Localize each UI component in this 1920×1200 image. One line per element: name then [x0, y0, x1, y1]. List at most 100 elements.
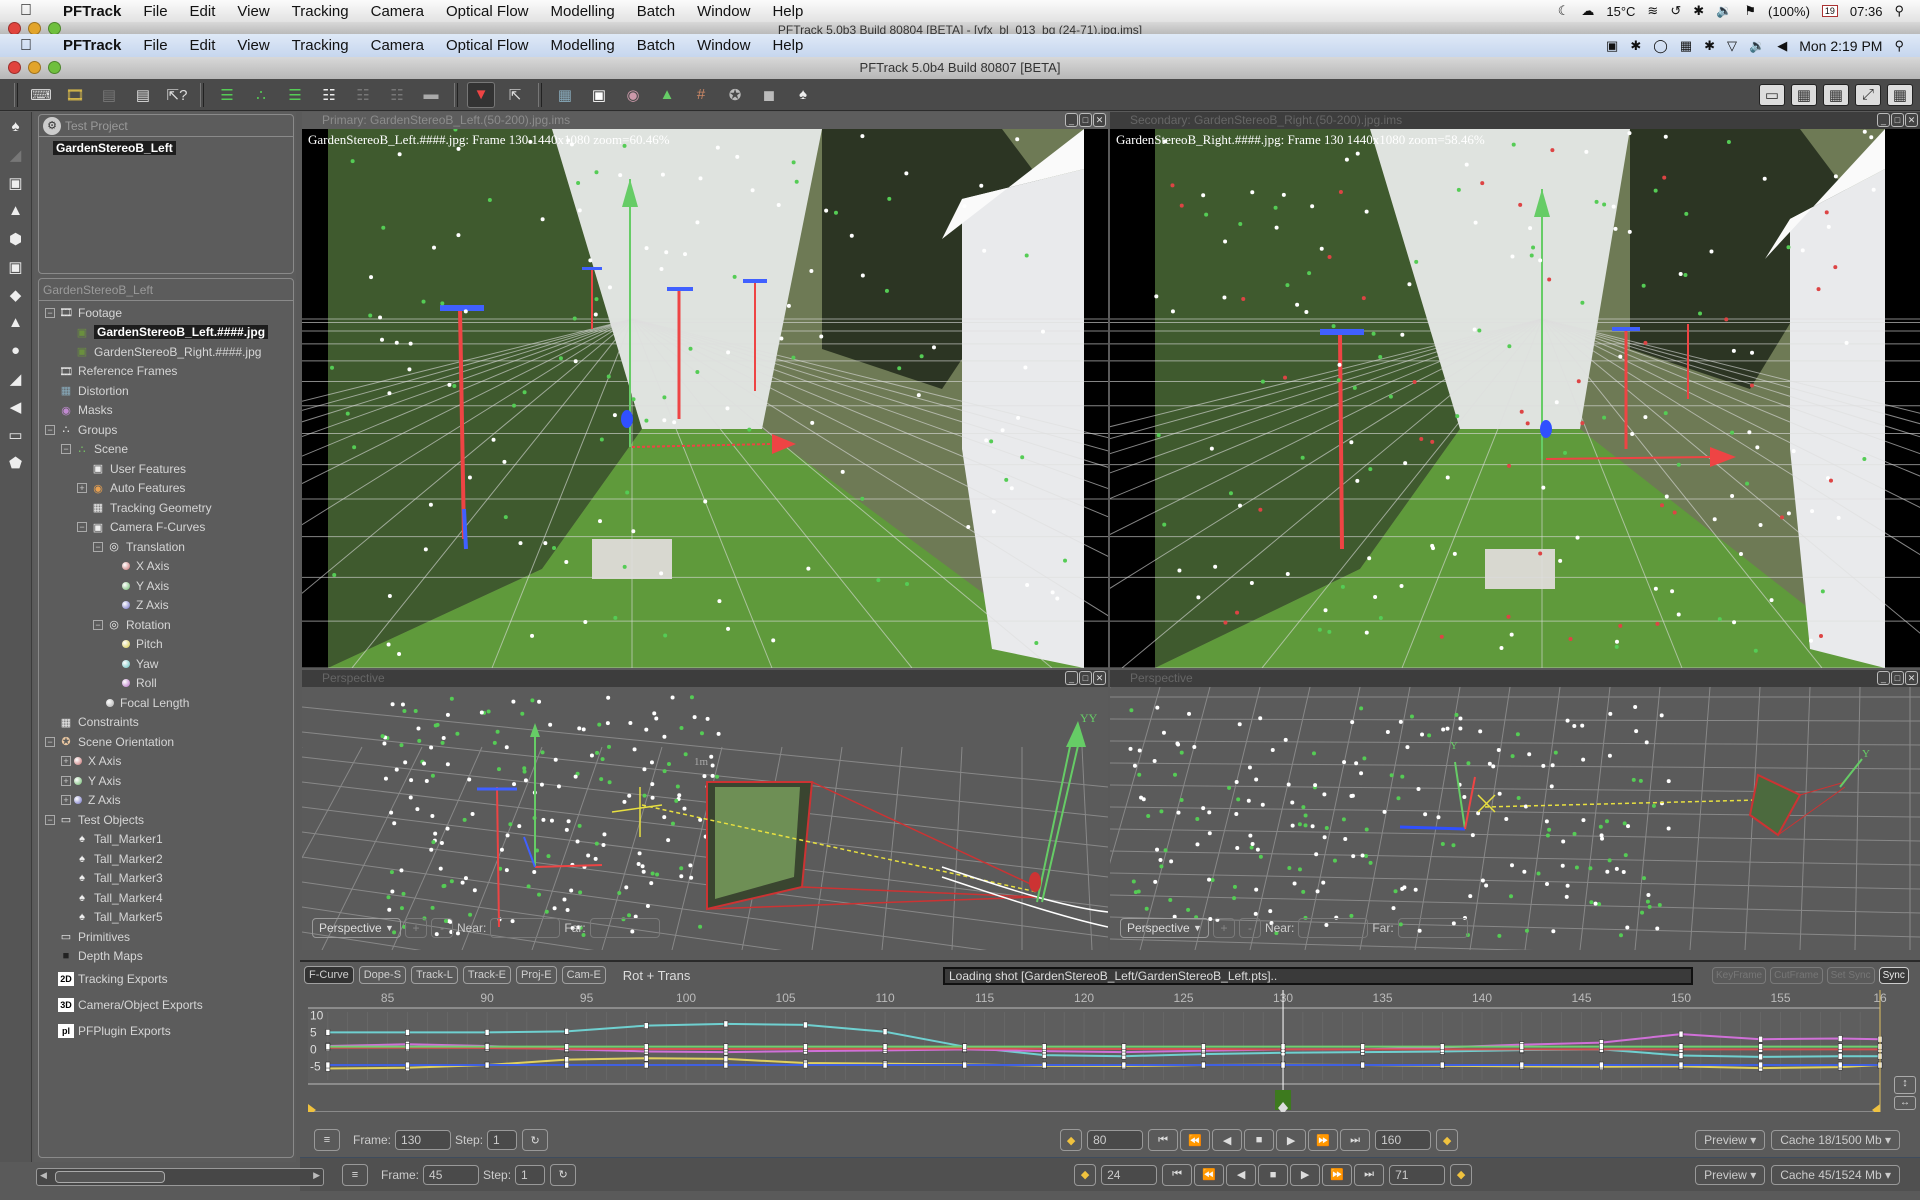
tab-dope-sheet[interactable]: Dope-S: [358, 966, 407, 984]
end-frame-field[interactable]: 160: [1375, 1130, 1432, 1150]
skip-to-start-icon[interactable]: ⏮: [1148, 1129, 1179, 1151]
clock[interactable]: Mon 2:19 PM: [1799, 38, 1882, 54]
minimize-window-icon[interactable]: [28, 61, 41, 74]
play-icon[interactable]: ▶: [1290, 1163, 1321, 1186]
tree-item[interactable]: Yaw: [39, 654, 293, 674]
start-frame-field[interactable]: 80: [1087, 1130, 1144, 1150]
project-clip-item[interactable]: GardenStereoB_Left: [39, 139, 293, 157]
display-icon[interactable]: ▣: [1606, 38, 1618, 54]
tree-item[interactable]: ▣ GardenStereoB_Right.####.jpg: [39, 342, 293, 362]
collapse-icon[interactable]: −: [45, 814, 55, 825]
clock[interactable]: 07:36: [1850, 4, 1883, 19]
minimize-pane-icon[interactable]: _: [1065, 671, 1078, 685]
collapse-icon[interactable]: −: [77, 522, 87, 533]
maximize-viewer-icon[interactable]: ⤢: [1855, 83, 1881, 106]
primary-image[interactable]: [302, 129, 1108, 668]
collapse-icon[interactable]: −: [93, 619, 103, 630]
maximize-pane-icon[interactable]: □: [1079, 113, 1092, 127]
volume-icon[interactable]: 🔉: [1716, 3, 1732, 19]
notes-icon[interactable]: ≡: [314, 1129, 340, 1151]
minimize-pane-icon[interactable]: _: [1877, 671, 1890, 685]
scroll-right-icon[interactable]: ▶: [313, 1170, 320, 1181]
end-frame-field[interactable]: 71: [1389, 1164, 1446, 1185]
step-forward-icon[interactable]: ⏩: [1322, 1163, 1353, 1186]
menu-optical-flow[interactable]: Optical Flow: [435, 3, 540, 20]
loop-icon[interactable]: ↻: [550, 1163, 577, 1186]
input-icon[interactable]: ◀: [1777, 38, 1787, 54]
volume-icon[interactable]: 🔉: [1749, 38, 1765, 54]
menu-help[interactable]: Help: [761, 3, 814, 20]
close-pane-icon[interactable]: ✕: [1905, 113, 1918, 127]
media-export-icon[interactable]: ▤: [129, 82, 157, 108]
menu-window[interactable]: Window: [686, 37, 761, 54]
set-out-key-icon[interactable]: ◆: [1450, 1163, 1473, 1186]
tree-item[interactable]: ▦ Distortion: [39, 381, 293, 401]
tree-item[interactable]: Roll: [39, 674, 293, 694]
scroll-left-icon[interactable]: ◀: [40, 1170, 47, 1181]
expand-icon[interactable]: +: [77, 483, 87, 494]
menu-tracking[interactable]: Tracking: [281, 37, 360, 54]
tree-item[interactable]: 3D Camera/Object Exports: [39, 992, 293, 1018]
menu-modelling[interactable]: Modelling: [540, 37, 626, 54]
set-in-key-icon[interactable]: ◆: [1060, 1129, 1083, 1151]
tree-item[interactable]: ♠ Tall_Marker3: [39, 869, 293, 889]
sync-button[interactable]: Sync: [1878, 967, 1909, 984]
calendar-icon[interactable]: 19: [1821, 5, 1838, 17]
tree-item[interactable]: ▭ Primitives: [39, 927, 293, 947]
fullscreen-grid-icon[interactable]: ▦: [1887, 83, 1913, 106]
keyframe-button[interactable]: KeyFrame: [1712, 967, 1767, 984]
tree-item[interactable]: 2D Tracking Exports: [39, 966, 293, 992]
help-cursor-icon[interactable]: ⇱?: [163, 82, 191, 108]
depth-tool-icon[interactable]: ▬: [417, 82, 445, 108]
user-feature-icon[interactable]: ▣: [585, 82, 613, 108]
secondary-viewer[interactable]: Secondary: GardenStereoB_Right.(50-200).…: [1110, 112, 1920, 668]
menu-modelling[interactable]: Modelling: [540, 3, 626, 20]
zoom-out-button[interactable]: -: [1238, 918, 1261, 938]
spotlight-icon[interactable]: ⚲: [1894, 3, 1904, 19]
far-field[interactable]: [589, 918, 660, 938]
menu-help[interactable]: Help: [761, 37, 814, 54]
layout-points-icon[interactable]: ▦: [1791, 83, 1817, 106]
menu-file[interactable]: File: [132, 37, 178, 54]
tree-item[interactable]: ▦ Constraints: [39, 713, 293, 733]
step-back-key-icon[interactable]: ⏪: [1194, 1163, 1225, 1186]
view-mode-dropdown[interactable]: Perspective ▼: [1120, 918, 1209, 938]
maximize-pane-icon[interactable]: □: [1891, 113, 1904, 127]
expand-icon[interactable]: +: [61, 775, 71, 786]
preview-dropdown[interactable]: Preview ▾: [1695, 1130, 1766, 1150]
place-object-icon[interactable]: ♠: [789, 82, 817, 108]
wedge-node-icon[interactable]: ◢: [5, 370, 27, 392]
tree-item[interactable]: + ◉ Auto Features: [39, 479, 293, 499]
cube-node-icon[interactable]: ▣: [5, 174, 27, 196]
match-features-icon[interactable]: ☷: [315, 82, 343, 108]
close-pane-icon[interactable]: ✕: [1905, 671, 1918, 685]
menu-window[interactable]: Window: [686, 3, 761, 20]
start-frame-field[interactable]: 24: [1101, 1164, 1158, 1185]
loop-icon[interactable]: ↻: [522, 1129, 549, 1151]
menu-batch[interactable]: Batch: [626, 3, 686, 20]
tree-item[interactable]: − ◎ Translation: [39, 537, 293, 557]
tree-item[interactable]: + Y Axis: [39, 771, 293, 791]
menu-view[interactable]: View: [226, 3, 280, 20]
maximize-pane-icon[interactable]: □: [1079, 671, 1092, 685]
fcurve-chart[interactable]: 85 90 95 100 105 110 115 120 125 130 135 140 145 150 1…: [300, 990, 1920, 1112]
menu-batch[interactable]: Batch: [626, 37, 686, 54]
skip-to-end-icon[interactable]: ⏭: [1340, 1129, 1371, 1151]
project-scanner-icon[interactable]: ⌨: [27, 82, 55, 108]
mask-tool-icon[interactable]: ◉: [619, 82, 647, 108]
tab-track-e[interactable]: Track-E: [462, 966, 511, 984]
frame-field[interactable]: 45: [423, 1164, 480, 1185]
set-sync-button[interactable]: Set Sync: [1826, 967, 1875, 984]
expand-icon[interactable]: +: [61, 756, 71, 767]
tree-item[interactable]: pl PFPlugin Exports: [39, 1018, 293, 1044]
tree-item[interactable]: − ▣ Camera F-Curves: [39, 518, 293, 538]
tab-proj-e[interactable]: Proj-E: [516, 966, 557, 984]
cylinder-node-icon[interactable]: ▣: [5, 258, 27, 280]
collapse-icon[interactable]: −: [61, 444, 71, 455]
tree-item[interactable]: ♠ Tall_Marker1: [39, 830, 293, 850]
tree-item[interactable]: + X Axis: [39, 752, 293, 772]
near-field[interactable]: [490, 918, 561, 938]
close-window-icon[interactable]: [8, 61, 21, 74]
step-forward-icon[interactable]: ⏩: [1308, 1129, 1339, 1151]
close-pane-icon[interactable]: ✕: [1093, 671, 1106, 685]
